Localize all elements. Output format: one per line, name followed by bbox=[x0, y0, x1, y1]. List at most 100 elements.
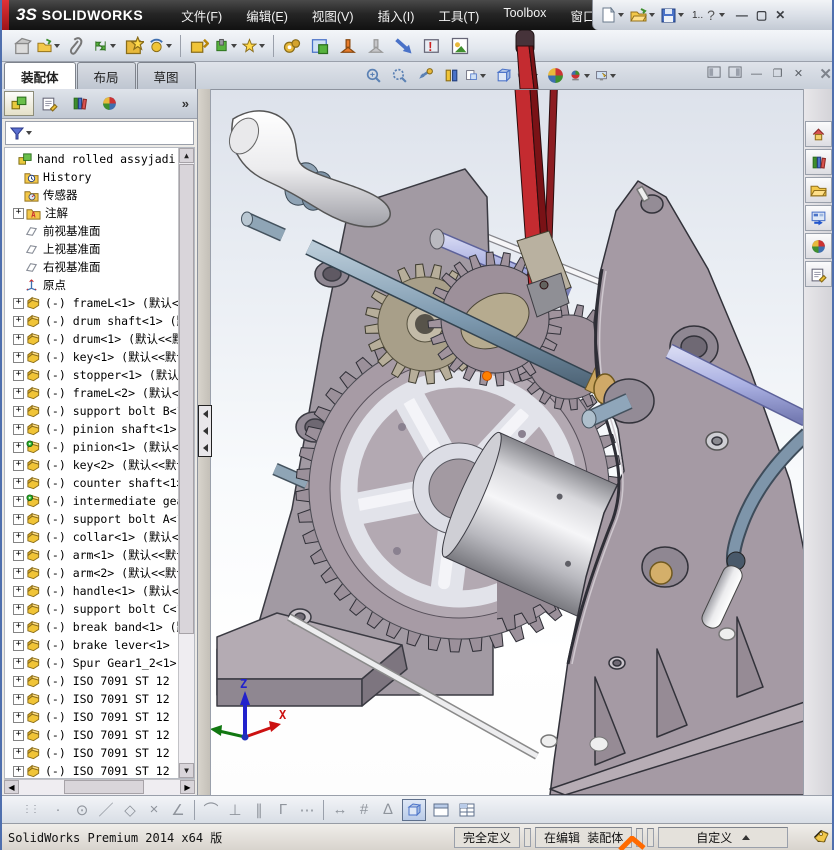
tree-item[interactable]: +(-) ISO 7091 ST 12 - 10 bbox=[5, 708, 179, 726]
filter-dropdown[interactable] bbox=[26, 131, 32, 135]
splitter-grip[interactable] bbox=[198, 405, 212, 457]
help-button[interactable]: ? bbox=[707, 7, 715, 23]
tab-草图[interactable]: 草图 bbox=[137, 62, 196, 89]
display-style-button[interactable] bbox=[491, 64, 515, 87]
parallel-button[interactable]: ∥ bbox=[247, 801, 271, 819]
assembly-features-button[interactable] bbox=[214, 33, 240, 59]
hscroll-thumb[interactable] bbox=[64, 780, 144, 794]
tree-item[interactable]: 前视基准面 bbox=[5, 222, 179, 240]
tree-item[interactable]: +A注解 bbox=[5, 204, 179, 222]
explode-line-sketch-disabled-button[interactable] bbox=[363, 33, 389, 59]
tag-icon[interactable] bbox=[812, 828, 830, 844]
tree-item[interactable]: +(-) drum shaft<1> (默认 bbox=[5, 312, 179, 330]
polygon-button[interactable]: ◇ bbox=[118, 801, 142, 819]
model-handle-grip[interactable] bbox=[224, 111, 391, 227]
apply-scene-button[interactable] bbox=[569, 64, 593, 87]
toolbar-drag-handle[interactable]: ⋮⋮ bbox=[22, 804, 38, 815]
tree-item[interactable]: +(-) collar<1> (默认<<默 bbox=[5, 528, 179, 546]
tree-filter-bar[interactable] bbox=[5, 121, 194, 145]
menu-Toolbox[interactable]: Toolbox bbox=[491, 2, 558, 29]
tree-vertical-scrollbar[interactable]: ▲ ▼ bbox=[178, 148, 194, 778]
displaymanager-tab[interactable] bbox=[94, 91, 124, 116]
spline-points-button[interactable]: ⋯ bbox=[295, 801, 319, 819]
expand-icon[interactable]: + bbox=[13, 730, 24, 741]
tree-item[interactable]: +(-) Spur Gear1_2<1> (默 bbox=[5, 654, 179, 672]
viewport-canvas[interactable]: Z X Y bbox=[197, 89, 807, 795]
expand-icon[interactable]: + bbox=[13, 370, 24, 381]
tree-item[interactable]: +(-) ISO 7091 ST 12 - 10 bbox=[5, 726, 179, 744]
tree-item[interactable]: +(-) frameL<1> (默认<<默 bbox=[5, 294, 179, 312]
expand-icon[interactable]: + bbox=[13, 424, 24, 435]
appearances-scenes-tab[interactable] bbox=[805, 233, 832, 259]
point-button[interactable]: · bbox=[46, 801, 70, 818]
view-orientation-button[interactable] bbox=[465, 64, 489, 87]
tab-布局[interactable]: 布局 bbox=[77, 62, 136, 89]
panel-splitter[interactable] bbox=[198, 89, 211, 795]
menu-插入I[interactable]: 插入(I) bbox=[366, 2, 427, 29]
tree-item[interactable]: +(-) key<2> (默认<<默认> bbox=[5, 456, 179, 474]
scroll-right-arrow[interactable]: ▶ bbox=[180, 780, 195, 794]
tree-item[interactable]: +(-) support bolt C<1> ( bbox=[5, 600, 179, 618]
simulation-gears-button[interactable] bbox=[279, 33, 305, 59]
tree-horizontal-scrollbar[interactable]: ◀ ▶ bbox=[4, 779, 195, 795]
scroll-up-arrow[interactable]: ▲ bbox=[179, 148, 194, 163]
tree-item[interactable]: +(-) frameL<2> (默认<<默 bbox=[5, 384, 179, 402]
menu-工具T[interactable]: 工具(T) bbox=[426, 2, 491, 29]
tree-item[interactable]: +(-) arm<2> (默认<<默认> bbox=[5, 564, 179, 582]
tree-item[interactable]: +(-) arm<1> (默认<<默认> bbox=[5, 546, 179, 564]
zoom-to-fit-button[interactable] bbox=[361, 64, 385, 87]
zoom-to-area-button[interactable] bbox=[387, 64, 411, 87]
measure-angle-button[interactable]: ∆ bbox=[376, 801, 400, 818]
expand-icon[interactable]: + bbox=[13, 676, 24, 687]
circle-button[interactable]: ⊙ bbox=[70, 801, 94, 819]
expand-icon[interactable]: + bbox=[13, 532, 24, 543]
tree-item[interactable]: +(-) pinion shaft<1> (默 bbox=[5, 420, 179, 438]
model-pinion-shaft-stub[interactable] bbox=[242, 212, 308, 483]
move-component-button[interactable] bbox=[186, 33, 212, 59]
smart-fasteners-button[interactable] bbox=[121, 33, 147, 59]
tab-装配体[interactable]: 装配体 bbox=[4, 62, 76, 89]
panel-overflow-button[interactable]: » bbox=[182, 96, 195, 111]
expand-icon[interactable]: + bbox=[13, 208, 24, 219]
perpendicular-button[interactable]: ⊥ bbox=[223, 801, 247, 819]
new-window-green-button[interactable] bbox=[307, 33, 333, 59]
expand-icon[interactable]: + bbox=[13, 622, 24, 633]
taskpane-close-icon[interactable]: ✕ bbox=[819, 65, 832, 83]
tree-item[interactable]: +(-) key<1> (默认<<默认> bbox=[5, 348, 179, 366]
tree-item[interactable]: +(-) intermediate gear<1 bbox=[5, 492, 179, 510]
expand-icon[interactable]: + bbox=[13, 478, 24, 489]
scroll-thumb[interactable] bbox=[179, 164, 194, 634]
solidworks-resources-tab[interactable] bbox=[805, 121, 832, 147]
featuremanager-tree-tab[interactable] bbox=[4, 91, 34, 116]
expand-icon[interactable]: + bbox=[13, 586, 24, 597]
scroll-down-arrow[interactable]: ▼ bbox=[179, 763, 194, 778]
tree-item[interactable]: History bbox=[5, 168, 179, 186]
view-settings-button[interactable] bbox=[595, 64, 619, 87]
expand-icon[interactable]: + bbox=[13, 604, 24, 615]
smart-dimension-button[interactable]: ↔ bbox=[328, 801, 352, 818]
line-button[interactable]: ／ bbox=[94, 799, 118, 820]
mate-button[interactable] bbox=[93, 33, 119, 59]
expand-icon[interactable]: + bbox=[13, 298, 24, 309]
tree-item[interactable]: +(-) brake lever<1> (默认 bbox=[5, 636, 179, 654]
tree-item[interactable]: +(-) ISO 7091 ST 12 - 10 bbox=[5, 672, 179, 690]
close-document-button[interactable]: ✕ bbox=[790, 66, 807, 81]
tree-item[interactable]: 传感器 bbox=[5, 186, 179, 204]
open-document-button[interactable] bbox=[630, 8, 658, 23]
attach-paperclip-button[interactable] bbox=[65, 33, 91, 59]
expand-icon[interactable]: + bbox=[13, 388, 24, 399]
expand-icon[interactable]: + bbox=[13, 712, 24, 723]
grid-button[interactable]: # bbox=[352, 801, 376, 818]
menu-文件F[interactable]: 文件(F) bbox=[169, 2, 234, 29]
tree-item[interactable]: +(-) drum<1> (默认<<默认 bbox=[5, 330, 179, 348]
expand-icon[interactable]: + bbox=[13, 496, 24, 507]
expand-icon[interactable]: + bbox=[13, 640, 24, 651]
tree-item[interactable]: 上视基准面 bbox=[5, 240, 179, 258]
configurationmanager-tab[interactable] bbox=[64, 91, 94, 116]
expand-icon[interactable]: + bbox=[13, 748, 24, 759]
toolbar-overflow[interactable]: 1.. bbox=[692, 10, 703, 21]
tree-item[interactable]: +(-) ISO 7091 ST 12 - 10 bbox=[5, 744, 179, 762]
expand-icon[interactable]: + bbox=[13, 514, 24, 525]
tree-item[interactable]: 原点 bbox=[5, 276, 179, 294]
tree-item[interactable]: +(-) support bolt B<1> ( bbox=[5, 402, 179, 420]
